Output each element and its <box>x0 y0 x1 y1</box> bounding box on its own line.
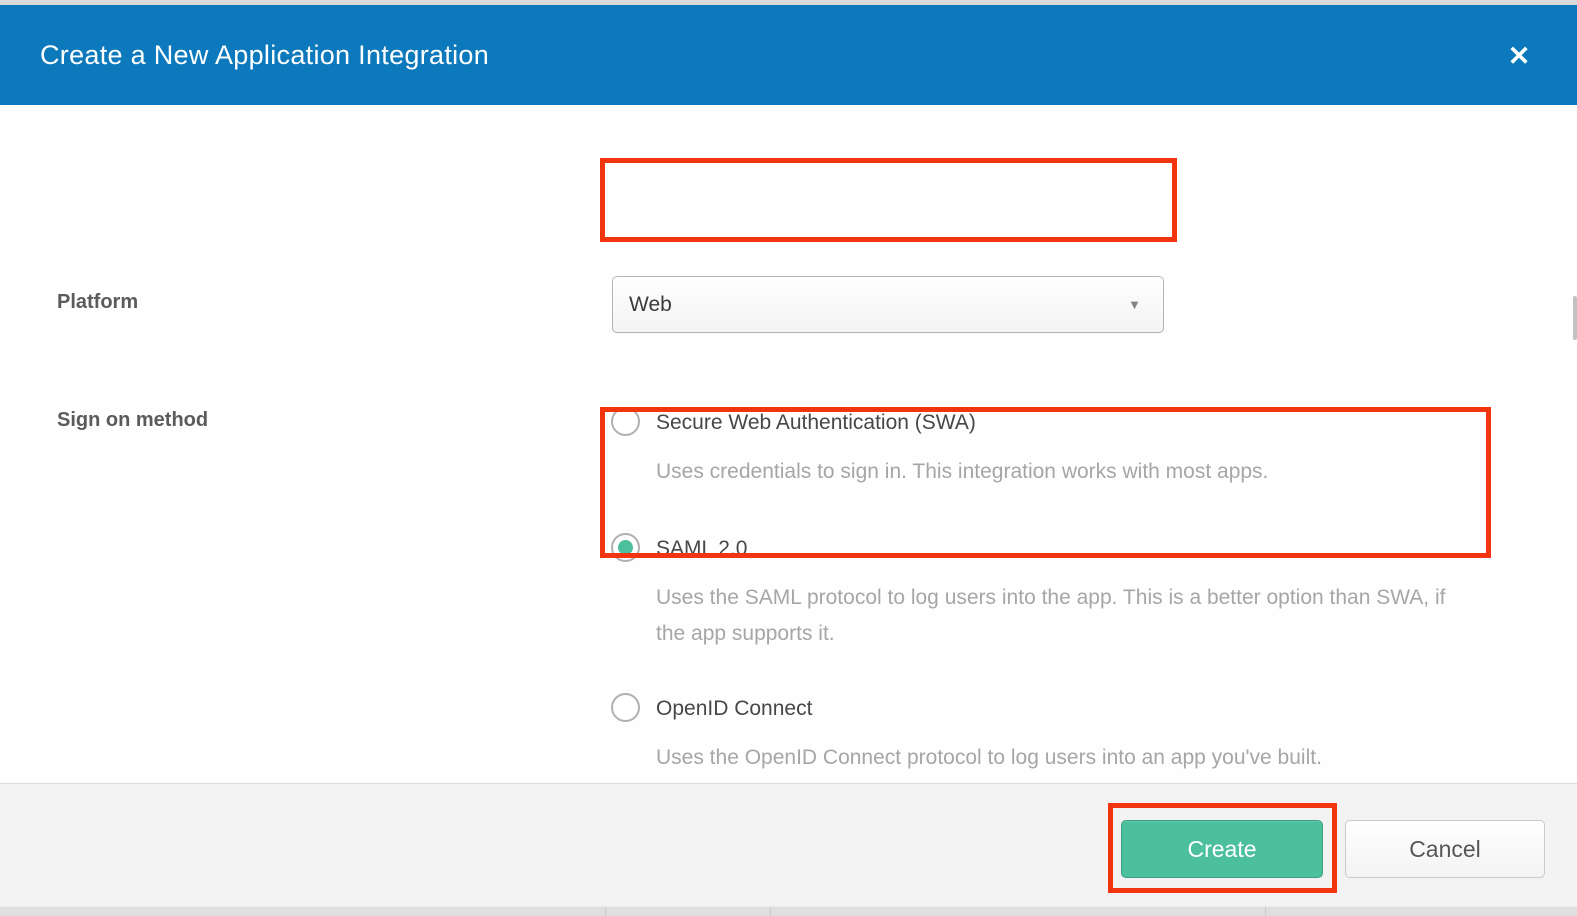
close-icon[interactable]: ✕ <box>1501 38 1537 74</box>
option-swa-description: Uses credentials to sign in. This integr… <box>656 454 1474 490</box>
dialog-footer <box>0 783 1577 906</box>
radio-dot <box>618 540 633 555</box>
scrollbar-thumb[interactable] <box>1573 296 1577 340</box>
create-button[interactable]: Create <box>1121 820 1323 878</box>
radio-dot <box>618 414 633 429</box>
platform-label: Platform <box>57 291 138 314</box>
option-saml-description: Uses the SAML protocol to log users into… <box>656 580 1474 652</box>
option-openid-label[interactable]: OpenID Connect <box>656 694 812 724</box>
option-openid-description: Uses the OpenID Connect protocol to log … <box>656 740 1474 776</box>
platform-select[interactable]: Web ▼ <box>612 276 1164 333</box>
dialog-body: Platform Web ▼ Sign on method Secure Web… <box>0 105 1577 783</box>
dialog-title: Create a New Application Integration <box>40 5 489 105</box>
option-swa-label[interactable]: Secure Web Authentication (SWA) <box>656 408 976 438</box>
radio-saml-selected[interactable] <box>611 533 640 562</box>
background-table-divider <box>770 907 771 916</box>
radio-openid[interactable] <box>611 693 640 722</box>
page-background-strip-bottom <box>0 906 1577 916</box>
sign-on-method-label: Sign on method <box>57 409 208 432</box>
cancel-button[interactable]: Cancel <box>1345 820 1545 878</box>
radio-dot <box>618 700 633 715</box>
radio-swa[interactable] <box>611 407 640 436</box>
create-app-integration-dialog: Create a New Application Integration ✕ P… <box>0 0 1577 916</box>
background-table-divider <box>605 907 606 916</box>
background-table-divider <box>1265 907 1266 916</box>
dialog-header: Create a New Application Integration ✕ <box>0 5 1577 105</box>
platform-select-value: Web <box>629 277 672 332</box>
chevron-down-icon: ▼ <box>1128 277 1141 332</box>
option-saml-label[interactable]: SAML 2.0 <box>656 534 747 564</box>
